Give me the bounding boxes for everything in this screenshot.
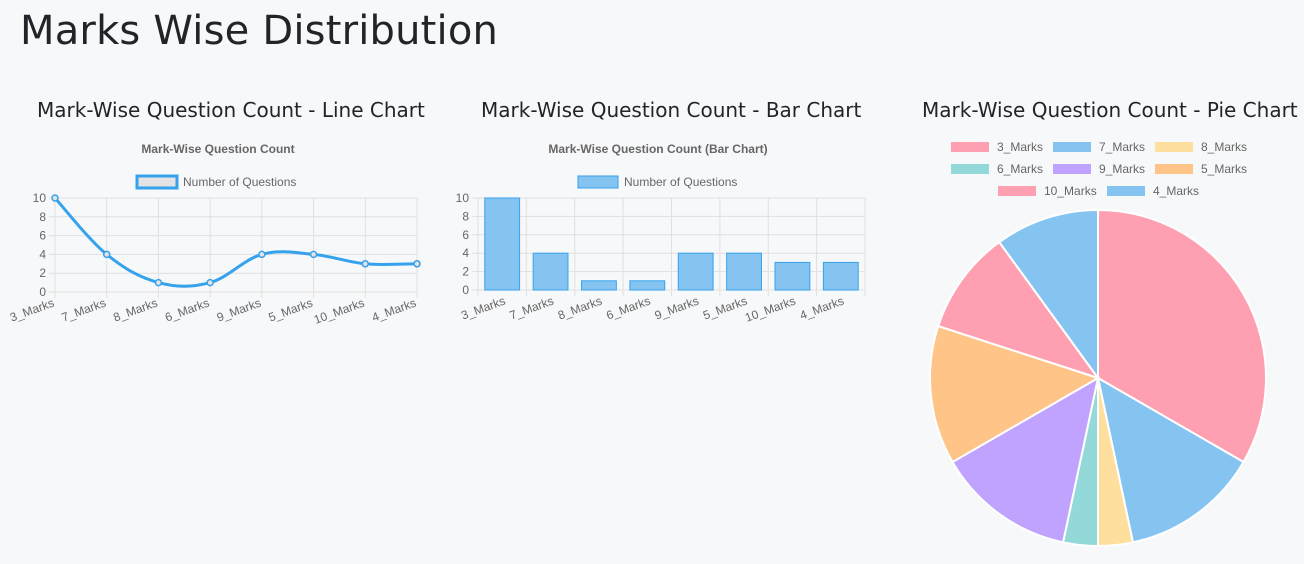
y-tick-label: 2 (39, 266, 46, 280)
legend-swatch (135, 174, 179, 190)
x-tick-label: 10_Marks (312, 296, 366, 327)
y-tick-label: 0 (462, 283, 469, 297)
y-tick-label: 6 (462, 228, 469, 242)
legend-label: 8_Marks (1201, 140, 1247, 154)
bar (726, 252, 762, 291)
y-tick-label: 4 (462, 246, 469, 260)
x-tick-label: 4_Marks (370, 296, 418, 325)
x-tick-label: 3_Marks (8, 296, 56, 325)
legend-swatch (1155, 164, 1193, 174)
legend-swatch (577, 175, 619, 189)
data-point (309, 250, 318, 259)
legend-label: 6_Marks (997, 162, 1043, 176)
pie-chart-panel-title: Mark-Wise Question Count - Pie Chart (922, 98, 1298, 122)
line-chart: Mark-Wise Question Count Number of Questi… (8, 142, 421, 327)
page-title: Marks Wise Distribution (20, 8, 499, 54)
legend-label: 7_Marks (1099, 140, 1145, 154)
data-point (206, 278, 214, 287)
bar-chart: Mark-Wise Question Count (Bar Chart) Numb… (456, 142, 866, 325)
bar (822, 261, 859, 291)
pie-chart: 3_Marks 7_Marks 8_Marks 6_Marks 9_Marks 5_Mar… (929, 140, 1267, 548)
legend-swatch (1053, 142, 1091, 152)
bar (532, 252, 569, 291)
legend-swatch (951, 142, 989, 152)
x-tick-label: 5_Marks (701, 294, 749, 323)
data-point (361, 260, 370, 268)
y-tick-label: 8 (39, 210, 46, 224)
legend-swatch (1155, 142, 1193, 152)
data-point (258, 250, 266, 259)
legend-label: 4_Marks (1153, 184, 1199, 198)
x-tick-label: 8_Marks (556, 294, 604, 323)
legend: 3_Marks 7_Marks 8_Marks 6_Marks 9_Marks 5_Mar… (951, 140, 1247, 198)
x-tick-label: 9_Marks (653, 294, 701, 323)
y-tick-label: 10 (456, 191, 470, 205)
y-tick-label: 4 (39, 247, 46, 261)
y-tick-label: 10 (33, 191, 47, 205)
x-tick-label: 9_Marks (215, 296, 263, 325)
data-point (51, 194, 59, 202)
data-point (102, 250, 111, 259)
x-tick-label: 6_Marks (604, 294, 652, 323)
legend-swatch (951, 164, 989, 174)
legend: Number of Questions (577, 175, 737, 189)
line-chart-panel-title: Mark-Wise Question Count - Line Chart (37, 98, 425, 122)
chart-title: Mark-Wise Question Count (Bar Chart) (548, 142, 767, 156)
legend-label: 3_Marks (997, 140, 1043, 154)
x-tick-label: 7_Marks (508, 294, 556, 323)
x-tick-label: 3_Marks (459, 294, 507, 323)
legend-swatch (998, 186, 1036, 196)
bar (677, 252, 714, 291)
legend-label: Number of Questions (183, 175, 296, 189)
y-tick-label: 2 (462, 265, 469, 279)
x-tick-label: 7_Marks (60, 296, 108, 325)
legend-swatch (1053, 164, 1091, 174)
y-tick-label: 6 (39, 229, 46, 243)
bar (484, 197, 521, 291)
x-tick-label: 5_Marks (267, 296, 315, 325)
y-tick-label: 8 (462, 209, 469, 223)
legend: Number of Questions (135, 174, 296, 190)
x-tick-label: 6_Marks (163, 296, 211, 325)
bar-chart-panel-title: Mark-Wise Question Count - Bar Chart (481, 98, 862, 122)
bar (774, 261, 811, 291)
x-tick-label: 8_Marks (111, 296, 159, 325)
x-tick-label: 10_Marks (743, 294, 797, 325)
legend-swatch (1107, 186, 1145, 196)
data-point (413, 260, 421, 268)
chart-title: Mark-Wise Question Count (141, 142, 294, 156)
data-point (154, 278, 163, 287)
legend-label: Number of Questions (624, 175, 737, 189)
legend-label: 5_Marks (1201, 162, 1247, 176)
legend-label: 9_Marks (1099, 162, 1145, 176)
x-tick-label: 4_Marks (798, 294, 846, 323)
bar (629, 280, 666, 291)
bar (581, 280, 617, 291)
legend-label: 10_Marks (1044, 184, 1097, 198)
